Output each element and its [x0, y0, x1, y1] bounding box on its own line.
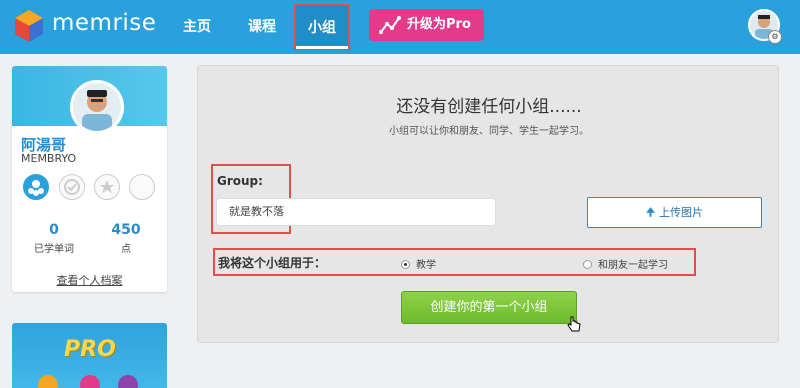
points-stat: 450 点 — [91, 222, 161, 255]
nav-groups[interactable]: 小组 — [294, 4, 350, 50]
empty-badge-icon[interactable] — [129, 174, 155, 200]
nav-courses[interactable]: 课程 — [248, 0, 276, 54]
memberyo-badge-icon[interactable] — [23, 174, 49, 200]
create-group-panel: 还没有创建任何小组...... 小组可以让你和朋友、同学、学生一起学习。 Gro… — [197, 65, 779, 343]
star-badge-icon[interactable] — [94, 174, 120, 200]
upload-arrow-icon: 🠉 — [645, 206, 656, 219]
purpose-option-teaching[interactable]: 教学 — [401, 256, 436, 271]
memrise-logo-icon[interactable] — [14, 9, 44, 43]
purpose-option-label: 和朋友一起学习 — [598, 260, 668, 271]
create-group-button[interactable]: 创建你的第一个小组 — [401, 291, 577, 324]
points-label: 点 — [121, 244, 131, 255]
chart-line-icon — [379, 16, 401, 34]
upgrade-pro-label: 升级为Pro — [407, 17, 471, 32]
pro-promo-text: PRO — [64, 337, 116, 362]
pro-promo-card[interactable]: PRO — [12, 323, 167, 388]
group-label: Group: — [217, 174, 263, 188]
profile-level: MEMBRYO — [21, 152, 77, 165]
purpose-option-label: 教学 — [416, 260, 436, 271]
words-learned-stat: 0 已学单词 — [19, 222, 89, 255]
purpose-option-friends[interactable]: 和朋友一起学习 — [583, 256, 668, 271]
hand-cursor-icon — [567, 316, 581, 332]
page-subtitle: 小组可以让你和朋友、同学、学生一起学习。 — [389, 126, 589, 137]
upgrade-pro-button[interactable]: 升级为Pro — [369, 9, 484, 41]
upload-image-button[interactable]: 🠉 上传图片 — [587, 197, 762, 228]
logo-text[interactable]: memrise — [52, 10, 156, 36]
radio-unselected-icon[interactable] — [583, 260, 592, 269]
words-learned-value: 0 — [49, 222, 59, 238]
view-profile-link[interactable]: 查看个人档案 — [12, 272, 167, 288]
active-nav-indicator — [296, 46, 348, 49]
group-name-input[interactable]: 就是教不落 — [216, 198, 496, 226]
words-learned-label: 已学单词 — [34, 244, 74, 255]
profile-avatar[interactable] — [70, 80, 124, 134]
promo-dot-icon — [80, 375, 100, 388]
group-purpose-label: 我将这个小组用于： — [218, 256, 327, 270]
profile-card: 阿湯哥 MEMBRYO 0 已学单词 450 点 查看个人档案 — [12, 66, 167, 292]
check-badge-icon[interactable] — [59, 174, 85, 200]
upload-image-label: 上传图片 — [659, 206, 704, 219]
promo-dot-icon — [38, 375, 58, 388]
profile-avatar-image — [73, 83, 121, 131]
nav-home[interactable]: 主页 — [183, 0, 211, 54]
promo-dot-icon — [118, 375, 138, 388]
top-navigation-bar: memrise 主页 课程 小组 升级为Pro ⚙ — [0, 0, 800, 54]
settings-badge-icon[interactable]: ⚙ — [768, 30, 782, 44]
points-value: 450 — [111, 222, 141, 238]
radio-selected-icon[interactable] — [401, 260, 410, 269]
page-title: 还没有创建任何小组...... — [396, 97, 582, 117]
